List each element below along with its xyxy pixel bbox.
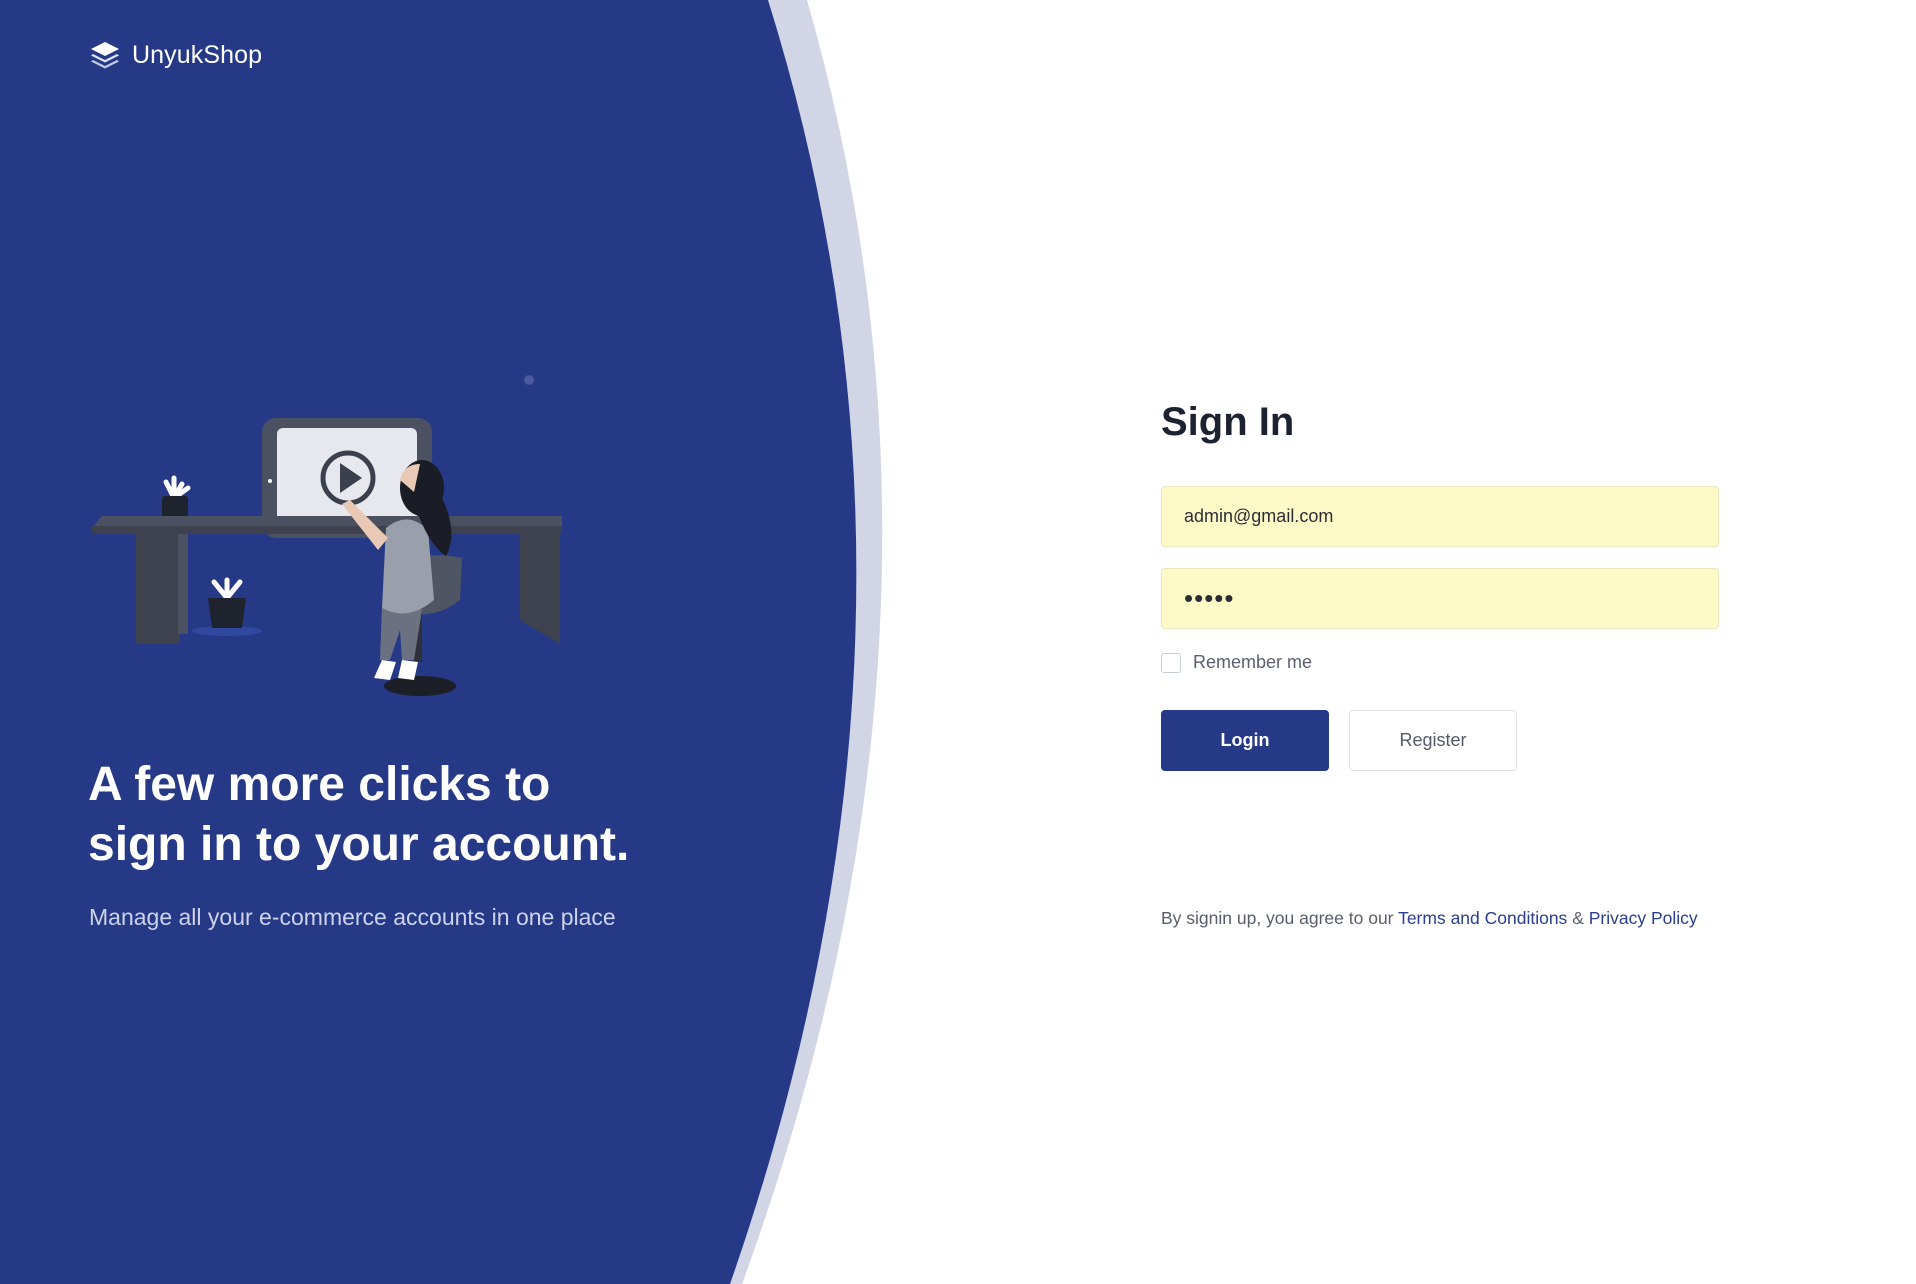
hero-headline-line-2: sign in to your account. [88, 818, 630, 871]
layers-icon [91, 42, 119, 69]
hero-subtext: Manage all your e-commerce accounts in o… [89, 904, 616, 930]
brand-logo[interactable]: UnyukShop [88, 38, 262, 72]
woman-at-desk-illustration [92, 418, 562, 696]
sign-in-page: UnyukShop A few more clicks to sign in t… [0, 0, 1916, 1284]
sign-in-form: Sign In Remember me Login Register [1161, 398, 1719, 771]
hero-headline-line-1: A few more clicks to [88, 758, 551, 811]
form-title: Sign In [1161, 400, 1295, 444]
register-button[interactable]: Register [1349, 710, 1517, 771]
login-button[interactable]: Login [1161, 710, 1329, 771]
remember-me-label[interactable]: Remember me [1193, 652, 1312, 673]
legal-prefix: By signin up, you agree to our [1161, 908, 1394, 928]
terms-link[interactable]: Terms and Conditions [1398, 908, 1567, 928]
hero-headline: A few more clicks to sign in to your acc… [88, 755, 708, 875]
password-field[interactable] [1161, 568, 1719, 629]
email-field[interactable] [1161, 486, 1719, 547]
legal-separator: & [1572, 908, 1584, 928]
form-actions: Login Register [1161, 710, 1719, 771]
legal-notice: By signin up, you agree to our Terms and… [1161, 908, 1698, 929]
floor-plant-icon [192, 577, 262, 636]
remember-me-checkbox[interactable] [1161, 652, 1181, 673]
remember-me-row[interactable]: Remember me [1161, 652, 1719, 673]
privacy-link[interactable]: Privacy Policy [1589, 908, 1698, 928]
desk-plant-icon [162, 475, 191, 518]
brand-name: UnyukShop [132, 40, 263, 69]
